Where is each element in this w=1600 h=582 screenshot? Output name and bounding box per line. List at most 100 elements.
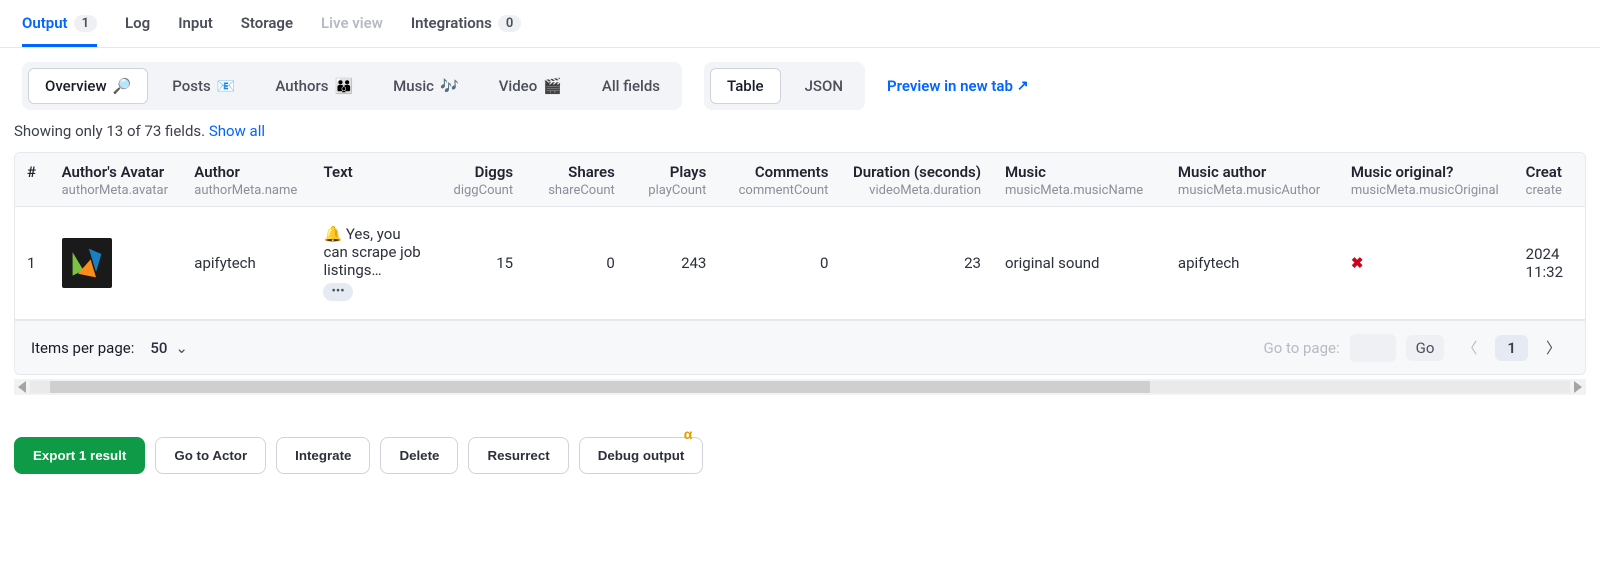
col-text: Text [311,153,433,207]
page-number[interactable]: 1 [1495,335,1528,361]
cell-music-original: ✖ [1339,207,1514,320]
col-label: Text [323,163,352,181]
tab-output[interactable]: Output 1 [22,6,97,47]
chevron-down-icon: ⌄ [175,339,188,357]
col-label: # [27,163,36,181]
col-label: Author [194,163,240,181]
tab-integrations[interactable]: Integrations 0 [411,6,522,47]
cell-comments: 0 [718,207,840,320]
alpha-badge: α [684,426,693,442]
debug-output-button[interactable]: α Debug output [579,437,704,474]
col-shares: Shares shareCount [525,153,627,207]
external-link-icon: ↗ [1017,78,1029,94]
debug-label: Debug output [598,448,685,463]
col-label: Shares [568,163,615,181]
cell-created-value: 2024 11:32 [1526,245,1563,281]
col-duration: Duration (seconds) videoMeta.duration [840,153,993,207]
tab-log[interactable]: Log [125,6,150,47]
view-music[interactable]: Music 🎶 [377,68,475,104]
prev-page-button: 〈 [1454,333,1485,362]
tab-badge: 1 [74,15,97,32]
export-button[interactable]: Export 1 result [14,437,145,474]
cell-music-author: apifytech [1166,207,1339,320]
col-diggs: Diggs diggCount [434,153,526,207]
col-author: Author authorMeta.name [182,153,311,207]
tab-label: Log [125,14,150,32]
items-per-page-value: 50 [150,339,167,357]
fields-note-text: Showing only 13 of 73 fields. [14,122,209,140]
more-icon[interactable]: ••• [323,283,352,301]
col-label: Music [1005,163,1046,181]
col-label: Music author [1178,163,1266,181]
col-sublabel: authorMeta.name [194,183,299,198]
horizontal-scrollbar[interactable] [14,379,1586,395]
cell-plays: 243 [627,207,719,320]
col-label: Plays [670,163,707,181]
col-label: Creat [1526,163,1562,181]
view-group: Overview 🔎 Posts 📧 Authors 👪 Music 🎶 Vid… [22,62,682,110]
view-label: All fields [602,77,660,95]
view-toolbar: Overview 🔎 Posts 📧 Authors 👪 Music 🎶 Vid… [0,48,1600,120]
show-all-link[interactable]: Show all [209,122,265,140]
col-comments: Comments commentCount [718,153,840,207]
results-table-wrap: # Author's Avatar authorMeta.avatar Auth… [14,152,1586,375]
cell-text-value: 🔔 Yes, you can scrape job listings… [323,225,420,279]
goto-page-input[interactable] [1350,334,1396,362]
music-icon: 🎶 [440,77,459,95]
col-music-original: Music original? musicMeta.musicOriginal [1339,153,1514,207]
tab-storage[interactable]: Storage [241,6,293,47]
tab-badge: 0 [498,15,521,32]
preview-link[interactable]: Preview in new tab ↗ [887,77,1029,95]
go-to-actor-button[interactable]: Go to Actor [155,437,266,474]
col-sublabel: diggCount [446,183,514,198]
tab-label: Integrations [411,14,492,32]
view-authors[interactable]: Authors 👪 [259,68,369,104]
cell-text: 🔔 Yes, you can scrape job listings… ••• [311,207,433,320]
integrate-button[interactable]: Integrate [276,437,370,474]
col-index: # [15,153,50,207]
items-per-page-select[interactable]: 50 ⌄ [150,339,188,357]
preview-label: Preview in new tab [887,77,1013,95]
view-video[interactable]: Video 🎬 [483,68,578,104]
envelope-icon: 📧 [217,77,236,95]
tab-label: Storage [241,14,293,32]
cell-duration: 23 [840,207,993,320]
goto-page-button[interactable]: Go [1406,335,1445,361]
tab-live-view: Live view [321,6,383,47]
view-all-fields[interactable]: All fields [586,68,676,104]
col-plays: Plays playCount [627,153,719,207]
col-label: Music original? [1351,163,1454,181]
x-icon: ✖ [1351,254,1364,272]
cell-author: apifytech [182,207,311,320]
table-row[interactable]: 1 apifytech 🔔 Yes, you can scrape job li… [15,207,1585,320]
tab-label: Output [22,14,68,32]
scroll-thumb[interactable] [50,381,1150,393]
tab-label: Input [178,14,213,32]
col-sublabel: videoMeta.duration [852,183,981,198]
view-posts[interactable]: Posts 📧 [156,68,251,104]
format-table[interactable]: Table [710,68,781,104]
format-json[interactable]: JSON [789,68,859,104]
resurrect-button[interactable]: Resurrect [468,437,568,474]
cell-avatar [50,207,183,320]
results-table: # Author's Avatar authorMeta.avatar Auth… [15,153,1585,320]
scroll-right-icon[interactable] [1574,381,1582,393]
col-label: Duration (seconds) [853,163,981,181]
format-label: JSON [805,77,843,95]
view-label: Video [499,77,538,95]
delete-button[interactable]: Delete [380,437,458,474]
tab-input[interactable]: Input [178,6,213,47]
col-music-author: Music author musicMeta.musicAuthor [1166,153,1339,207]
scroll-left-icon[interactable] [18,381,26,393]
view-label: Music [393,77,434,95]
cell-music: original sound [993,207,1166,320]
col-sublabel: create [1526,183,1573,198]
col-sublabel: playCount [639,183,707,198]
col-sublabel: musicMeta.musicOriginal [1351,183,1502,198]
cell-diggs: 15 [434,207,526,320]
next-page-button[interactable]: 〉 [1538,333,1569,362]
tab-label: Live view [321,14,383,32]
view-overview[interactable]: Overview 🔎 [28,68,148,104]
cell-shares: 0 [525,207,627,320]
cell-created: 2024 11:32 [1514,207,1585,320]
